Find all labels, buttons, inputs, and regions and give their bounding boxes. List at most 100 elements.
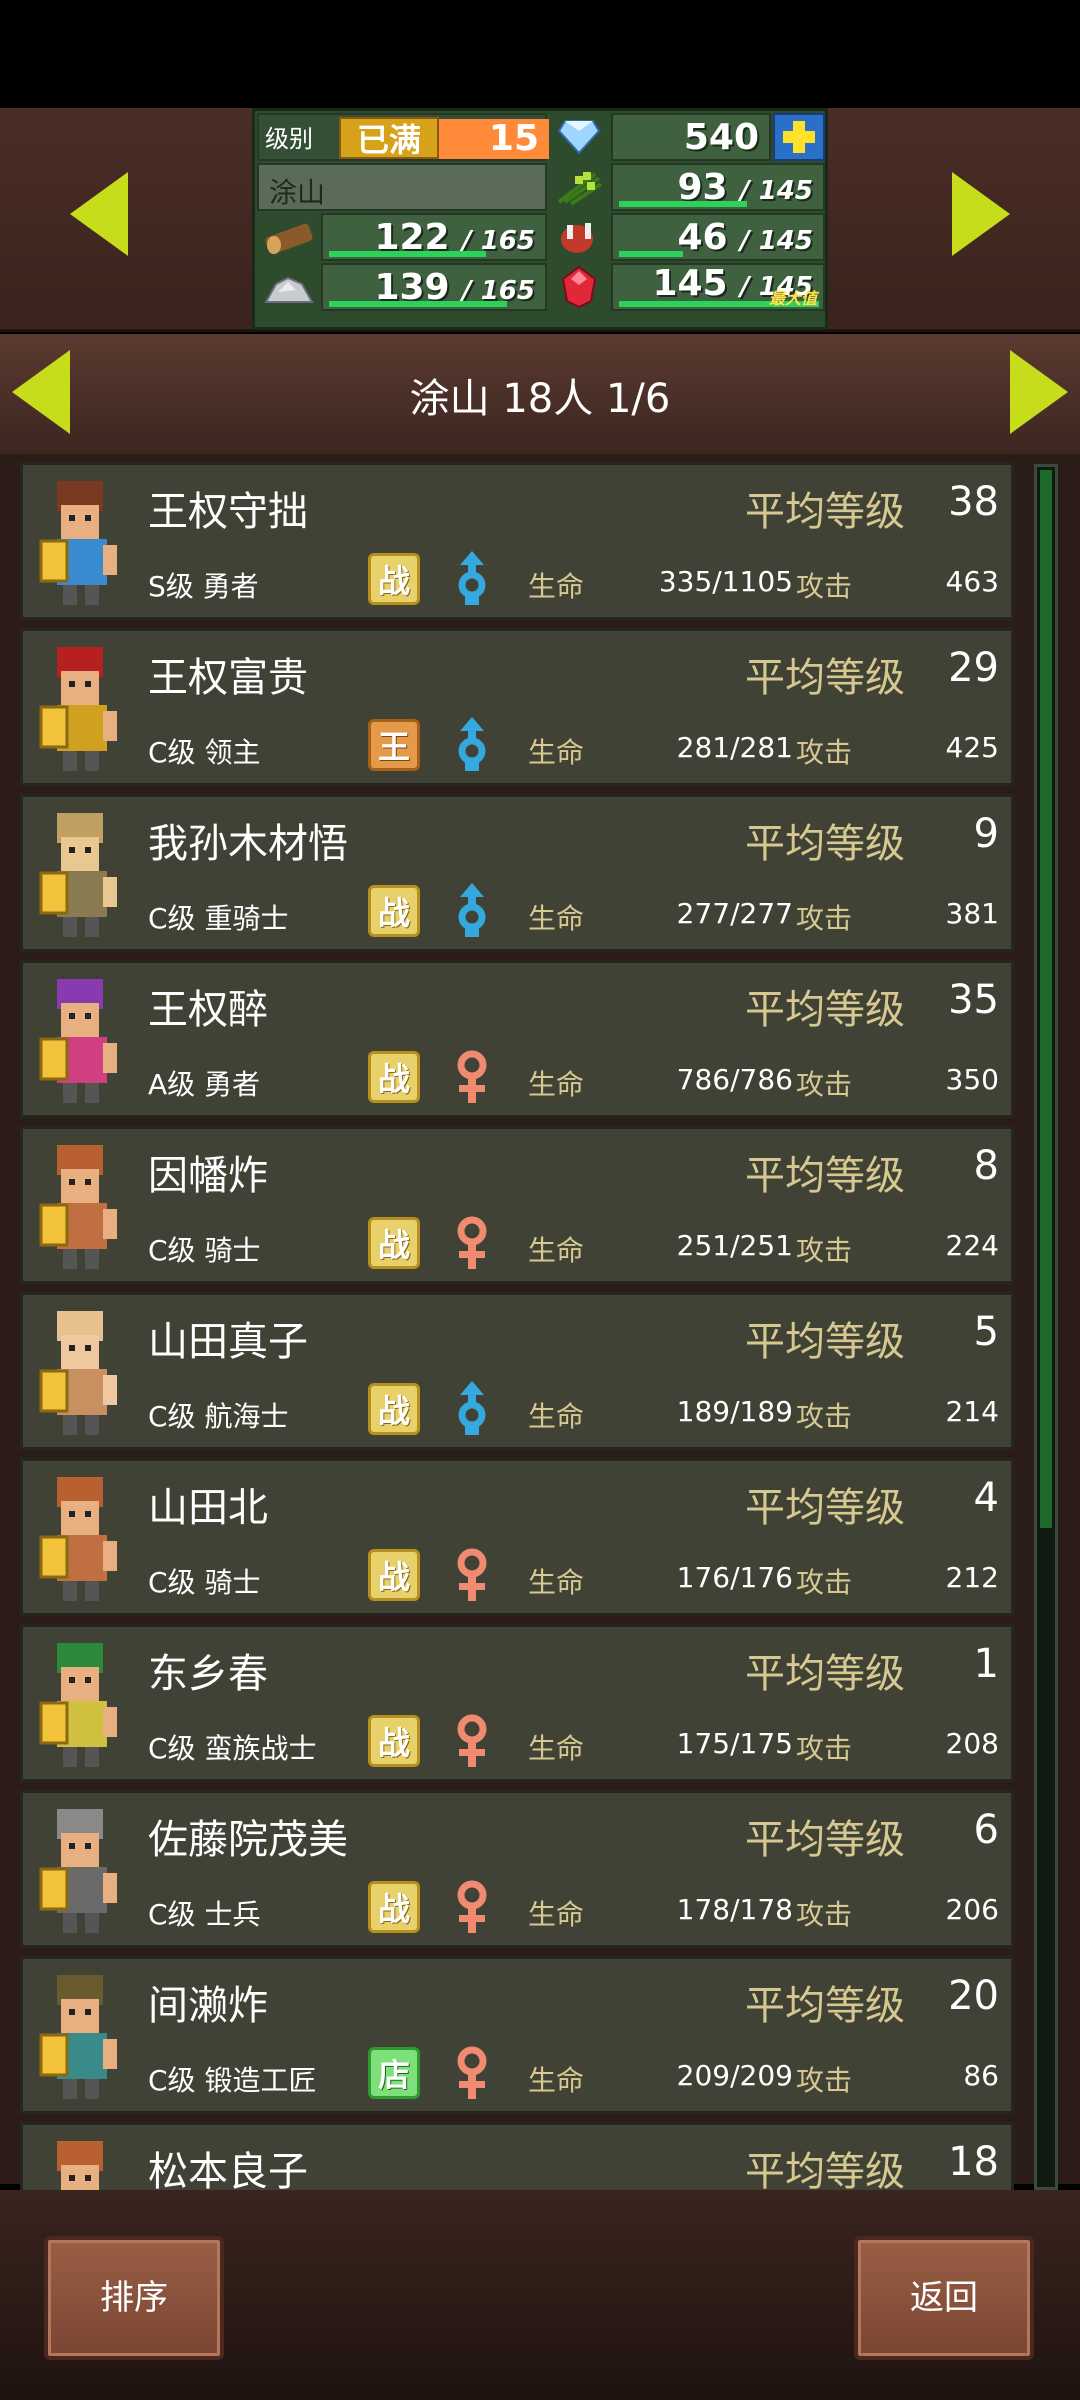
avg-level-value: 29 bbox=[948, 645, 999, 691]
avg-level-label: 平均等级 bbox=[745, 821, 905, 867]
member-portrait bbox=[33, 1139, 153, 1275]
attack-value: 224 bbox=[945, 1229, 999, 1262]
member-list[interactable]: 王权守拙 平均等级 38 S级 勇者 战 生命 335/1105 攻击 463 bbox=[20, 462, 1014, 2190]
member-name: 王权醉 bbox=[148, 987, 268, 1033]
hp-value: 335/1105 bbox=[658, 565, 793, 598]
member-card[interactable]: 山田真子 平均等级 5 C级 航海士 战 生命 189/189 攻击 214 bbox=[20, 1292, 1014, 1450]
level-label: 级别 bbox=[265, 125, 313, 153]
gem-count: 540 bbox=[683, 117, 759, 158]
avg-level-label: 平均等级 bbox=[745, 489, 905, 535]
avg-level-value: 1 bbox=[973, 1641, 999, 1687]
member-card[interactable]: 佐藤院茂美 平均等级 6 C级 士兵 战 生命 178/178 攻击 206 bbox=[20, 1790, 1014, 1948]
role-badge: 战 bbox=[368, 553, 420, 605]
hp-label: 生命 bbox=[528, 1068, 585, 1101]
avg-level-label: 平均等级 bbox=[745, 1319, 905, 1365]
add-gems-button[interactable] bbox=[773, 113, 825, 161]
hp-label: 生命 bbox=[528, 570, 585, 603]
avg-level-label: 平均等级 bbox=[745, 1817, 905, 1863]
hp-value: 786/786 bbox=[676, 1063, 793, 1096]
role-badge: 战 bbox=[368, 1051, 420, 1103]
attack-label: 攻击 bbox=[796, 1566, 853, 1599]
member-card[interactable]: 王权醉 平均等级 35 A级 勇者 战 生命 786/786 攻击 350 bbox=[20, 960, 1014, 1118]
member-card[interactable]: 间濑炸 平均等级 20 C级 锻造工匠 店 生命 209/209 攻击 86 bbox=[20, 1956, 1014, 2114]
scrollbar-thumb[interactable] bbox=[1040, 470, 1052, 1528]
member-portrait bbox=[33, 1803, 153, 1939]
attack-label: 攻击 bbox=[796, 1898, 853, 1931]
avg-level-label: 平均等级 bbox=[745, 1485, 905, 1531]
next-town-arrow-top[interactable] bbox=[952, 172, 1010, 256]
avg-level-value: 38 bbox=[948, 479, 999, 525]
male-icon bbox=[451, 717, 493, 775]
member-name: 间濑炸 bbox=[148, 1983, 268, 2029]
female-icon bbox=[451, 1547, 493, 1605]
wood-icon bbox=[257, 213, 321, 261]
member-card[interactable]: 松本良子 平均等级 18 bbox=[20, 2122, 1014, 2190]
hp-value: 209/209 bbox=[676, 2059, 793, 2092]
hp-value: 251/251 bbox=[676, 1229, 793, 1262]
town-title: 涂山 18人 1/6 bbox=[409, 376, 671, 422]
avg-level-label: 平均等级 bbox=[745, 655, 905, 701]
member-card[interactable]: 因幡炸 平均等级 8 C级 骑士 战 生命 251/251 攻击 224 bbox=[20, 1126, 1014, 1284]
hp-value: 178/178 bbox=[676, 1893, 793, 1926]
role-badge: 战 bbox=[368, 1881, 420, 1933]
member-class: C级 锻造工匠 bbox=[148, 2064, 317, 2097]
member-card[interactable]: 我孙木材悟 平均等级 9 C级 重骑士 战 生命 277/277 攻击 381 bbox=[20, 794, 1014, 952]
attack-label: 攻击 bbox=[796, 1732, 853, 1765]
member-card[interactable]: 东乡春 平均等级 1 C级 蛮族战士 战 生命 175/175 攻击 208 bbox=[20, 1624, 1014, 1782]
male-icon bbox=[451, 551, 493, 609]
meat-icon bbox=[547, 213, 611, 261]
female-icon bbox=[451, 2045, 493, 2103]
avg-level-value: 4 bbox=[973, 1475, 999, 1521]
back-button[interactable]: 返回 bbox=[854, 2236, 1034, 2360]
member-portrait bbox=[33, 475, 153, 611]
town-name: 涂山 bbox=[269, 176, 326, 209]
attack-value: 206 bbox=[945, 1893, 999, 1926]
avg-level-value: 8 bbox=[973, 1143, 999, 1189]
member-name: 东乡春 bbox=[148, 1651, 268, 1697]
female-icon bbox=[451, 1713, 493, 1771]
food-cell: 93 / 145 bbox=[611, 163, 825, 211]
prev-town-arrow-top[interactable] bbox=[70, 172, 128, 256]
member-portrait bbox=[33, 973, 153, 1109]
hp-label: 生命 bbox=[528, 902, 585, 935]
member-card[interactable]: 山田北 平均等级 4 C级 骑士 战 生命 176/176 攻击 212 bbox=[20, 1458, 1014, 1616]
hp-value: 189/189 bbox=[676, 1395, 793, 1428]
member-class: C级 航海士 bbox=[148, 1400, 289, 1433]
food-bar bbox=[619, 201, 747, 207]
hp-label: 生命 bbox=[528, 2064, 585, 2097]
attack-label: 攻击 bbox=[796, 1400, 853, 1433]
sort-button[interactable]: 排序 bbox=[44, 2236, 224, 2360]
member-portrait bbox=[33, 1969, 153, 2105]
meat-bar bbox=[619, 251, 683, 257]
level-max-badge: 已满 bbox=[339, 117, 439, 159]
member-portrait bbox=[33, 1637, 153, 1773]
male-icon bbox=[451, 883, 493, 941]
hp-label: 生命 bbox=[528, 1234, 585, 1267]
member-class: A级 勇者 bbox=[148, 1068, 261, 1101]
attack-label: 攻击 bbox=[796, 902, 853, 935]
member-card[interactable]: 王权富贵 平均等级 29 C级 领主 王 生命 281/281 攻击 425 bbox=[20, 628, 1014, 786]
hp-label: 生命 bbox=[528, 736, 585, 769]
member-class: C级 士兵 bbox=[148, 1898, 261, 1931]
member-class: C级 骑士 bbox=[148, 1566, 261, 1599]
member-name: 王权守拙 bbox=[148, 489, 308, 535]
role-badge: 战 bbox=[368, 1383, 420, 1435]
member-name: 山田北 bbox=[148, 1485, 268, 1531]
avg-level-label: 平均等级 bbox=[745, 1983, 905, 2029]
member-card[interactable]: 王权守拙 平均等级 38 S级 勇者 战 生命 335/1105 攻击 463 bbox=[20, 462, 1014, 620]
avg-level-value: 35 bbox=[948, 977, 999, 1023]
member-name: 松本良子 bbox=[148, 2149, 308, 2190]
hp-value: 175/175 bbox=[676, 1727, 793, 1760]
female-icon bbox=[451, 1215, 493, 1273]
avg-level-value: 18 bbox=[948, 2139, 999, 2185]
meat-cell: 46 / 145 bbox=[611, 213, 825, 261]
member-class: C级 蛮族战士 bbox=[148, 1732, 317, 1765]
role-badge: 战 bbox=[368, 1549, 420, 1601]
avg-level-label: 平均等级 bbox=[745, 1651, 905, 1697]
scrollbar[interactable] bbox=[1034, 464, 1058, 2190]
attack-value: 208 bbox=[945, 1727, 999, 1760]
member-portrait bbox=[33, 1305, 153, 1441]
attack-label: 攻击 bbox=[796, 1068, 853, 1101]
hp-label: 生命 bbox=[528, 1566, 585, 1599]
avg-level-value: 5 bbox=[973, 1309, 999, 1355]
